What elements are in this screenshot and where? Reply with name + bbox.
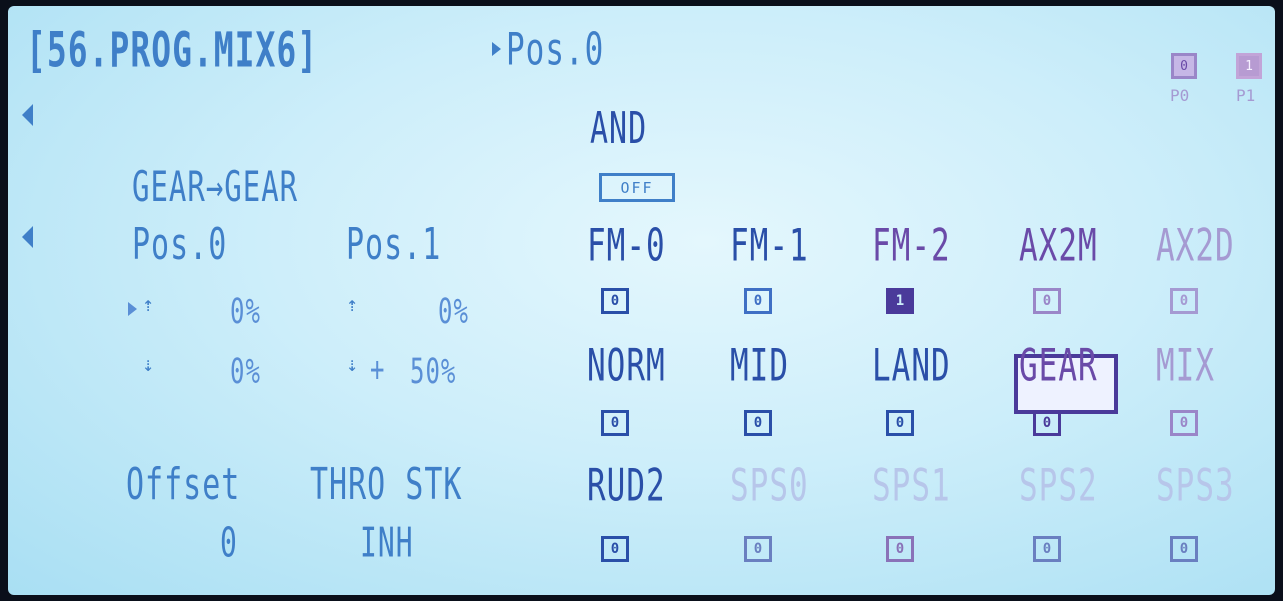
switch-state-value: 1 (895, 293, 905, 309)
cursor-caret-icon (492, 42, 501, 56)
stick-up-icon: ⇡ (346, 292, 359, 316)
pos1-down-plus: + (370, 349, 386, 390)
switch-state-ax2d[interactable]: 0 (1170, 288, 1198, 314)
switch-label-sps0[interactable]: SPS0 (730, 463, 809, 509)
pos0-label: Pos.0 (132, 219, 228, 271)
scroll-left-arrow-icon[interactable] (22, 104, 33, 126)
screen-title: [56.PROG.MIX6] (26, 21, 319, 79)
p0-value: 0 (1180, 58, 1188, 74)
switch-state-value: 0 (895, 541, 905, 557)
switch-state-mid[interactable]: 0 (744, 410, 772, 436)
thro-stk-value[interactable]: INH (360, 522, 414, 564)
switch-state-sps3[interactable]: 0 (1170, 536, 1198, 562)
switch-state-value: 0 (753, 415, 763, 431)
switch-state-value: 0 (1179, 541, 1189, 557)
cursor-caret-icon (128, 302, 137, 316)
switch-label-gear[interactable]: GEAR (1019, 343, 1098, 389)
p1-indicator: 1 (1236, 53, 1262, 79)
switch-state-value: 0 (610, 415, 620, 431)
switch-state-value: 0 (1179, 293, 1189, 309)
stick-up-icon: ⇡ (142, 292, 155, 316)
logic-mode[interactable]: AND (590, 107, 647, 152)
pos0-down-rate[interactable]: 0% (230, 354, 261, 389)
pos0-up-rate[interactable]: 0% (230, 294, 261, 329)
switch-label-fm-0[interactable]: FM-0 (587, 223, 666, 269)
stick-down-icon: ⇣ (142, 352, 155, 376)
switch-state-rud2[interactable]: 0 (601, 536, 629, 562)
pos1-down-rate[interactable]: 50% (410, 354, 456, 389)
switch-state-value: 0 (753, 541, 763, 557)
switch-state-value: 0 (753, 293, 763, 309)
logic-state-button[interactable]: OFF (599, 173, 675, 202)
switch-state-land[interactable]: 0 (886, 410, 914, 436)
switch-label-norm[interactable]: NORM (587, 343, 666, 389)
mix-route[interactable]: GEAR→GEAR (132, 165, 298, 208)
switch-label-ax2d[interactable]: AX2D (1156, 223, 1235, 269)
lcd-screen: [56.PROG.MIX6] Pos.0 0 1 P0 P1 AND OFF G… (8, 6, 1275, 595)
switch-state-fm-2[interactable]: 1 (886, 288, 914, 314)
switch-state-value: 0 (1042, 415, 1052, 431)
p0-label: P0 (1170, 86, 1190, 105)
switch-state-sps2[interactable]: 0 (1033, 536, 1061, 562)
switch-label-rud2[interactable]: RUD2 (587, 463, 666, 509)
switch-state-sps0[interactable]: 0 (744, 536, 772, 562)
switch-state-value: 0 (610, 293, 620, 309)
p1-value: 1 (1245, 58, 1253, 74)
offset-value[interactable]: 0 (220, 522, 238, 564)
switch-label-sps3[interactable]: SPS3 (1156, 463, 1235, 509)
switch-label-mid[interactable]: MID (730, 343, 789, 389)
switch-state-sps1[interactable]: 0 (886, 536, 914, 562)
switch-state-ax2m[interactable]: 0 (1033, 288, 1061, 314)
switch-label-fm-2[interactable]: FM-2 (872, 223, 951, 269)
position-indicator[interactable]: Pos.0 (506, 27, 604, 73)
switch-label-mix[interactable]: MIX (1156, 343, 1215, 389)
switch-label-fm-1[interactable]: FM-1 (730, 223, 809, 269)
switch-state-fm-1[interactable]: 0 (744, 288, 772, 314)
switch-state-gear[interactable]: 0 (1033, 410, 1061, 436)
offset-label: Offset (126, 459, 241, 511)
switch-label-land[interactable]: LAND (872, 343, 951, 389)
switch-state-value: 0 (1042, 293, 1052, 309)
switch-label-ax2m[interactable]: AX2M (1019, 223, 1098, 269)
switch-state-value: 0 (610, 541, 620, 557)
switch-state-value: 0 (1042, 541, 1052, 557)
switch-state-fm-0[interactable]: 0 (601, 288, 629, 314)
thro-stk-label: THRO STK (310, 459, 463, 511)
switch-state-mix[interactable]: 0 (1170, 410, 1198, 436)
stick-down-icon: ⇣ (346, 352, 359, 376)
p1-label: P1 (1236, 86, 1256, 105)
switch-state-norm[interactable]: 0 (601, 410, 629, 436)
switch-state-value: 0 (1179, 415, 1189, 431)
pos1-up-rate[interactable]: 0% (438, 294, 469, 329)
scroll-left-arrow-icon[interactable] (22, 226, 33, 248)
p0-indicator: 0 (1171, 53, 1197, 79)
switch-label-sps1[interactable]: SPS1 (872, 463, 951, 509)
logic-state-label: OFF (620, 178, 654, 197)
switch-state-value: 0 (895, 415, 905, 431)
pos1-label: Pos.1 (346, 219, 442, 271)
switch-label-sps2[interactable]: SPS2 (1019, 463, 1098, 509)
